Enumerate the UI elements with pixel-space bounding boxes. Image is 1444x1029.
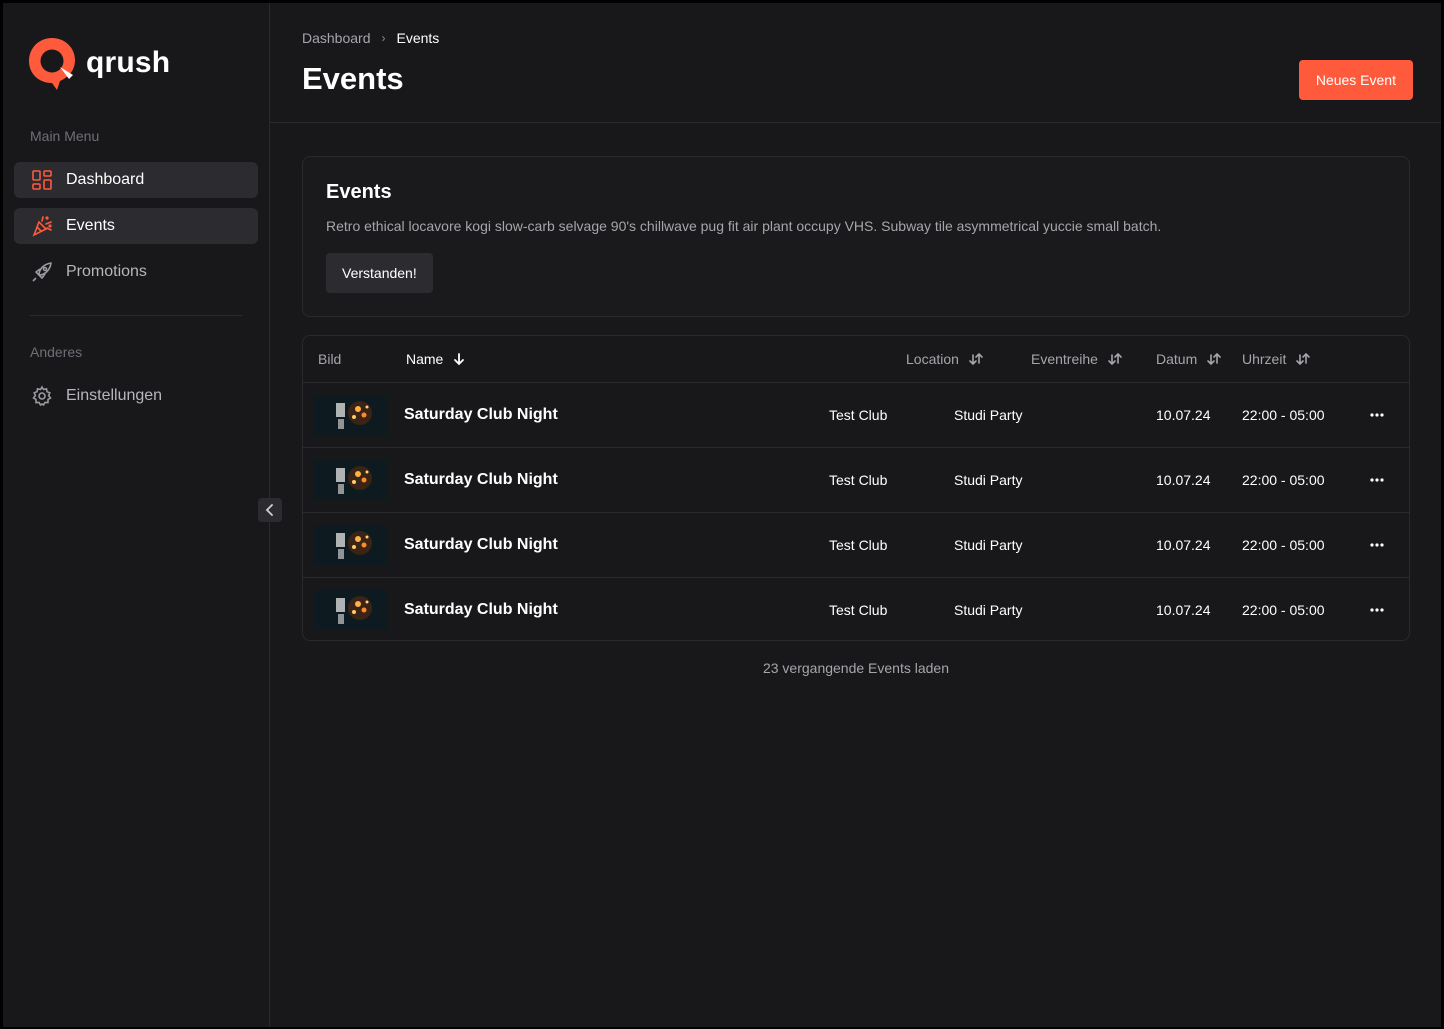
- info-card-text: Retro ethical locavore kogi slow-carb se…: [326, 218, 1162, 234]
- rocket-icon: [32, 262, 52, 282]
- event-name[interactable]: Saturday Club Night: [404, 513, 558, 577]
- dismiss-button[interactable]: Verstanden!: [326, 253, 433, 293]
- table-header: Bild Name Location Eventreihe Datum Uhrz…: [303, 336, 1409, 383]
- column-header-image: Bild: [318, 336, 341, 382]
- chevron-right-icon: ›: [381, 31, 386, 45]
- event-series: Studi Party: [954, 602, 1023, 618]
- sort-icon: [1108, 352, 1122, 366]
- column-label: Name: [406, 351, 444, 367]
- load-past-events-link[interactable]: 23 vergangende Events laden: [302, 660, 1410, 676]
- event-thumbnail: [314, 395, 388, 435]
- app-window: qrush Main Menu Dashboard Events Promoti…: [3, 3, 1441, 1027]
- brand-name: qrush: [86, 46, 171, 79]
- column-header-name[interactable]: Name: [406, 336, 466, 382]
- column-label: Datum: [1156, 351, 1198, 367]
- table-row[interactable]: Saturday Club Night Test Club Studi Part…: [303, 448, 1409, 513]
- event-name[interactable]: Saturday Club Night: [404, 578, 558, 640]
- event-location: Test Club: [829, 602, 888, 618]
- breadcrumb-dashboard-link[interactable]: Dashboard: [302, 30, 371, 46]
- sidebar-item-label: Promotions: [66, 263, 147, 280]
- table-row[interactable]: Saturday Club Night Test Club Studi Part…: [303, 578, 1409, 640]
- ellipsis-icon: [1370, 478, 1384, 482]
- event-series: Studi Party: [954, 472, 1023, 488]
- table-row[interactable]: Saturday Club Night Test Club Studi Part…: [303, 383, 1409, 448]
- event-time: 22:00 - 05:00: [1242, 407, 1325, 423]
- sort-icon: [1207, 352, 1222, 366]
- event-series: Studi Party: [954, 407, 1023, 423]
- more-options-button[interactable]: [1365, 468, 1389, 492]
- event-location: Test Club: [829, 407, 888, 423]
- sidebar: qrush Main Menu Dashboard Events Promoti…: [3, 3, 282, 1027]
- page-title: Events: [302, 61, 404, 96]
- event-time: 22:00 - 05:00: [1242, 537, 1325, 553]
- sidebar-item-label: Einstellungen: [66, 387, 163, 404]
- sidebar-item-label: Events: [66, 217, 115, 234]
- event-name[interactable]: Saturday Club Night: [404, 383, 558, 447]
- event-thumbnail: [314, 590, 388, 630]
- event-location: Test Club: [829, 472, 888, 488]
- event-name[interactable]: Saturday Club Night: [404, 448, 558, 512]
- more-options-button[interactable]: [1365, 533, 1389, 557]
- sidebar-item-label: Dashboard: [66, 171, 145, 188]
- sort-icon: [969, 352, 983, 366]
- event-date: 10.07.24: [1156, 472, 1211, 488]
- column-label: Bild: [318, 351, 342, 367]
- info-card: Events Retro ethical locavore kogi slow-…: [302, 156, 1410, 317]
- page-header: Dashboard › Events Events Neues Event: [270, 3, 1441, 123]
- sidebar-divider: [30, 315, 242, 316]
- column-header-series[interactable]: Eventreihe: [1031, 336, 1123, 382]
- event-date: 10.07.24: [1156, 407, 1211, 423]
- table-row[interactable]: Saturday Club Night Test Club Studi Part…: [303, 513, 1409, 578]
- main-menu-label: Main Menu: [30, 128, 100, 144]
- dashboard-icon: [32, 170, 52, 190]
- gear-icon: [32, 385, 52, 407]
- sidebar-item-settings[interactable]: Einstellungen: [14, 378, 258, 414]
- sidebar-item-dashboard[interactable]: Dashboard: [14, 162, 258, 198]
- event-time: 22:00 - 05:00: [1242, 472, 1325, 488]
- sidebar-item-events[interactable]: Events: [14, 208, 258, 244]
- column-label: Location: [906, 351, 959, 367]
- column-header-location[interactable]: Location: [906, 336, 984, 382]
- event-thumbnail: [314, 460, 388, 500]
- arrow-down-icon: [454, 353, 465, 366]
- event-location: Test Club: [829, 537, 888, 553]
- more-options-button[interactable]: [1365, 403, 1389, 427]
- more-options-button[interactable]: [1365, 598, 1389, 622]
- event-date: 10.07.24: [1156, 602, 1211, 618]
- event-series: Studi Party: [954, 537, 1023, 553]
- sidebar-item-promotions[interactable]: Promotions: [14, 254, 258, 290]
- event-date: 10.07.24: [1156, 537, 1211, 553]
- column-header-date[interactable]: Datum: [1156, 336, 1222, 382]
- ellipsis-icon: [1370, 413, 1384, 417]
- event-time: 22:00 - 05:00: [1242, 602, 1325, 618]
- new-event-button[interactable]: Neues Event: [1298, 60, 1413, 100]
- column-label: Uhrzeit: [1242, 351, 1287, 367]
- ellipsis-icon: [1370, 543, 1384, 547]
- column-label: Eventreihe: [1031, 351, 1098, 367]
- logo[interactable]: qrush: [27, 35, 170, 91]
- events-table: Bild Name Location Eventreihe Datum Uhrz…: [302, 335, 1410, 641]
- info-card-title: Events: [326, 181, 392, 203]
- other-label: Anderes: [30, 344, 83, 360]
- column-header-time[interactable]: Uhrzeit: [1242, 336, 1311, 382]
- breadcrumb: Dashboard › Events: [302, 30, 439, 46]
- party-popper-icon: [32, 216, 52, 237]
- main-content: Dashboard › Events Events Neues Event Ev…: [270, 3, 1441, 1027]
- event-thumbnail: [314, 525, 388, 565]
- ellipsis-icon: [1370, 608, 1384, 612]
- sort-icon: [1296, 352, 1311, 366]
- breadcrumb-current: Events: [396, 30, 440, 46]
- qrush-logo-icon: [29, 38, 75, 90]
